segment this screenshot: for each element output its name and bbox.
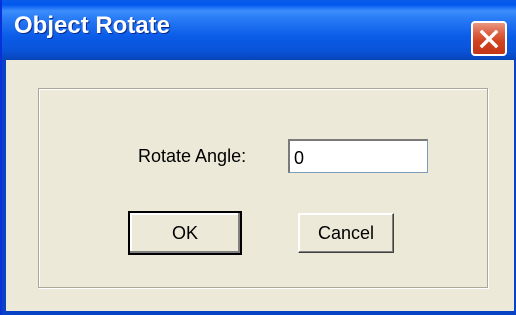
dialog-body: Rotate Angle: OK Cancel [6, 60, 514, 311]
rotate-angle-label: Rotate Angle: [138, 146, 247, 166]
window-border-bottom [2, 311, 516, 315]
cancel-button[interactable]: Cancel [298, 213, 394, 253]
close-button[interactable] [471, 21, 507, 56]
close-icon [479, 29, 499, 49]
dialog-window: Object Rotate Rotate Angle: OK Cancel [0, 0, 516, 315]
ok-button[interactable]: OK [128, 211, 242, 255]
rotate-angle-input[interactable] [288, 139, 428, 173]
window-title: Object Rotate [14, 12, 171, 39]
group-box [38, 88, 488, 288]
title-bar[interactable]: Object Rotate [2, 0, 516, 60]
